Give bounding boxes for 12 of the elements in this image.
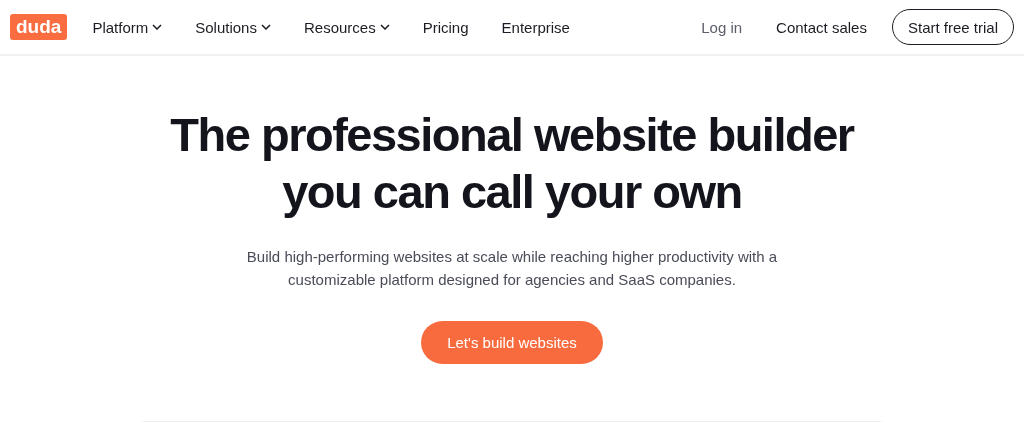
nav-link[interactable]: Enterprise	[501, 18, 570, 36]
subtitle: Build high-performing websites at scale while reaching higher productivity with a	[246, 247, 778, 267]
login-link[interactable]: Log in	[701, 18, 743, 36]
subtitle: customizable platform designed for agencies and SaaS companies.	[287, 270, 737, 290]
headline: The professional website builder	[170, 107, 854, 163]
nav-link[interactable]: Solutions	[195, 18, 257, 36]
nav-link[interactable]: Platform	[92, 18, 149, 36]
contact-link[interactable]: Contact sales	[776, 18, 867, 36]
headline: you can call your own	[281, 164, 743, 220]
nav-link[interactable]: Pricing	[422, 18, 469, 36]
nav-link[interactable]: Resources	[303, 18, 376, 36]
trial-button[interactable]: Start free trial	[891, 9, 1014, 45]
